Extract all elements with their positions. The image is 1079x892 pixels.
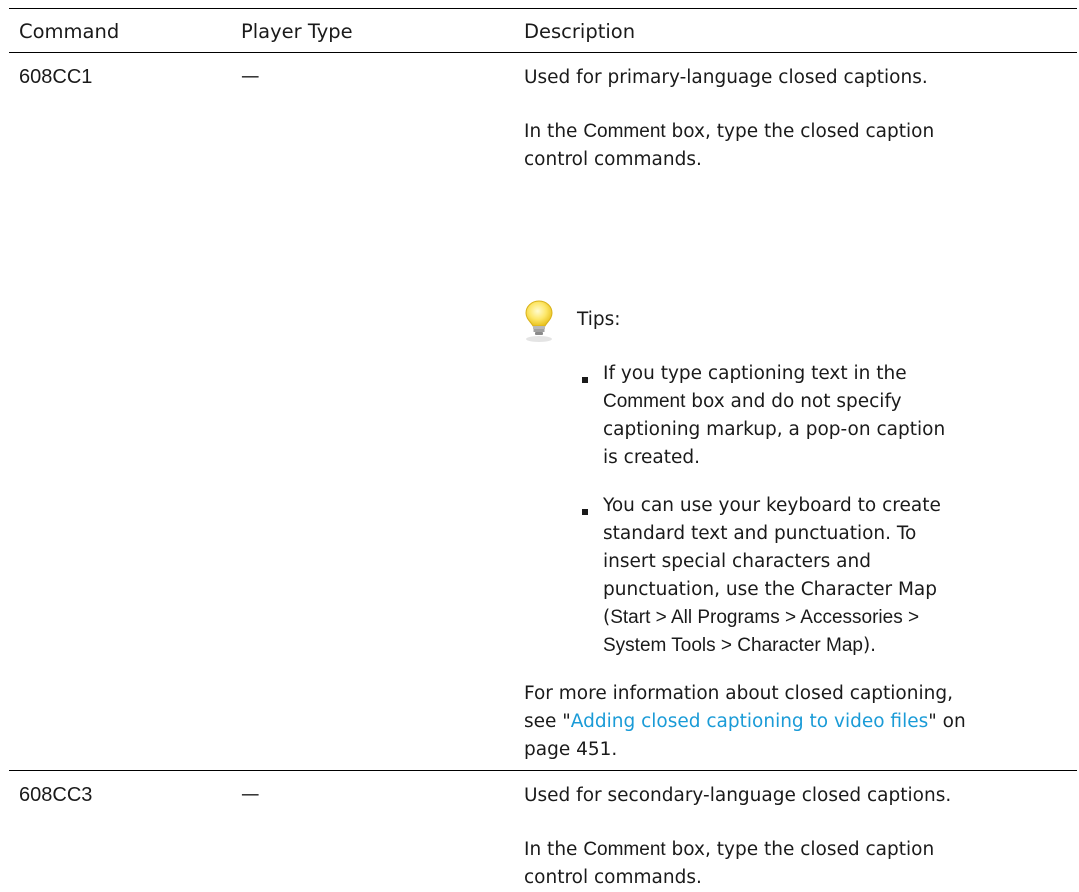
player-type-cell: — [241,784,260,805]
square-bullet-icon [582,509,588,515]
comment-ui-term: Comment [603,391,686,412]
command-reference-table: Command Player Type Description 608CC1 —… [0,0,1079,888]
column-header-command: Command [19,20,120,43]
closed-captioning-link[interactable]: Adding closed captioning to video files [571,711,928,732]
command-cell: 608CC1 [19,66,93,88]
comment-ui-term: Comment [583,839,666,860]
menu-path: Start > All Programs > Accessories > [610,607,920,628]
list-item: You can use your keyboard to create stan… [603,495,941,656]
square-bullet-icon [582,377,588,383]
tips-label: Tips: [577,309,621,330]
lightbulb-icon [525,300,553,342]
comment-ui-term: Comment [583,121,666,142]
column-header-description: Description [524,20,636,43]
menu-path: System Tools > Character Map [603,635,863,656]
table-top-rule [9,8,1077,9]
description-summary: Used for secondary-language closed capti… [524,785,952,806]
list-item: If you type captioning text in the Comme… [603,363,946,468]
row-rule [9,770,1077,771]
description-summary: Used for primary-language closed caption… [524,67,928,88]
more-info-paragraph: For more information about closed captio… [524,683,966,760]
command-cell: 608CC3 [19,784,93,806]
comment-instruction: In the Comment box, type the closed capt… [524,121,935,170]
column-header-player-type: Player Type [241,20,353,43]
player-type-cell: — [241,66,260,87]
header-rule [9,52,1077,53]
